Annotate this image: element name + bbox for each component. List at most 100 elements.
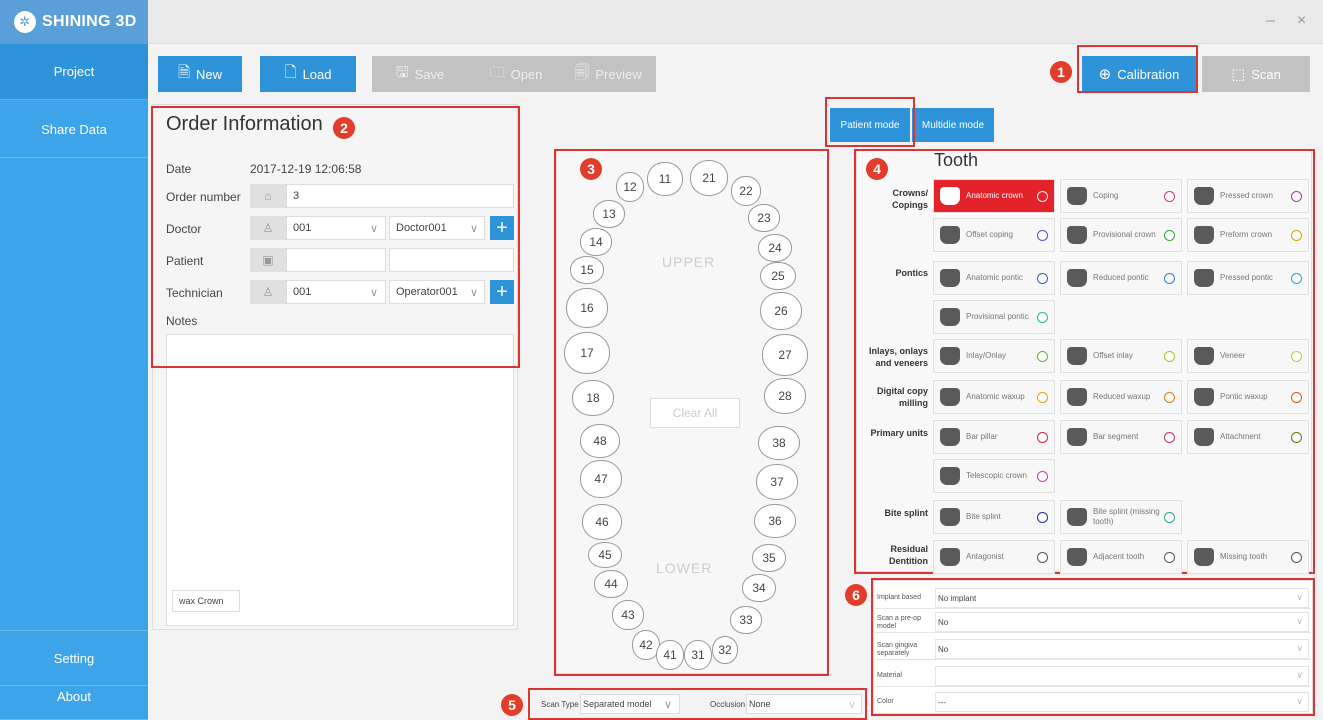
sidebar-item-project[interactable]: Project (0, 44, 148, 100)
tooth-11[interactable]: 11 (647, 162, 683, 196)
tooth-43[interactable]: 43 (612, 600, 644, 630)
gingiva-select[interactable]: No (935, 639, 1309, 659)
color-radio[interactable] (1291, 391, 1302, 403)
color-radio[interactable] (1164, 431, 1175, 443)
color-radio[interactable] (1164, 551, 1175, 563)
tooth-47[interactable]: 47 (580, 460, 622, 498)
tooth-13[interactable]: 13 (593, 200, 625, 228)
tooth-type-option[interactable]: Pressed pontic (1187, 261, 1309, 295)
color-radio[interactable] (1164, 229, 1175, 241)
wax-crown-tag[interactable]: wax Crown (172, 590, 240, 612)
new-button[interactable]: 🗎 New (158, 56, 242, 92)
tooth-type-option[interactable]: Reduced waxup (1060, 380, 1182, 414)
tooth-16[interactable]: 16 (566, 288, 608, 328)
tooth-type-option[interactable]: Bite splint (missing tooth) (1060, 500, 1182, 534)
add-technician-button[interactable]: + (490, 280, 514, 304)
add-doctor-button[interactable]: + (490, 216, 514, 240)
tooth-type-option[interactable]: Adjacent tooth (1060, 540, 1182, 574)
calibration-button[interactable]: ⊕ Calibration (1082, 56, 1196, 92)
color-radio[interactable] (1037, 229, 1048, 241)
tooth-26[interactable]: 26 (760, 292, 802, 330)
color-radio[interactable] (1037, 190, 1048, 202)
tooth-type-option[interactable]: Attachment (1187, 420, 1309, 454)
color-radio[interactable] (1164, 391, 1175, 403)
color-radio[interactable] (1037, 391, 1048, 403)
tooth-type-option[interactable]: Coping (1060, 179, 1182, 213)
tooth-type-option[interactable]: Bite splint (933, 500, 1055, 534)
tooth-type-option[interactable]: Anatomic pontic (933, 261, 1055, 295)
color-radio[interactable] (1291, 350, 1302, 362)
tooth-35[interactable]: 35 (752, 544, 786, 572)
order-number-field[interactable]: 3 (286, 184, 514, 208)
tooth-34[interactable]: 34 (742, 574, 776, 602)
tooth-type-option[interactable]: Preform crown (1187, 218, 1309, 252)
tooth-type-option[interactable]: Missing tooth (1187, 540, 1309, 574)
tooth-23[interactable]: 23 (748, 204, 780, 232)
save-button[interactable]: 🖫 Save (372, 56, 468, 92)
tab-multidie-mode[interactable]: Multidie mode (912, 108, 994, 142)
minimize-button[interactable]: – (1266, 12, 1275, 30)
implant-select[interactable]: No implant (935, 588, 1309, 608)
preop-select[interactable]: No (935, 612, 1309, 632)
tooth-type-option[interactable]: Pressed crown (1187, 179, 1309, 213)
tooth-12[interactable]: 12 (616, 172, 644, 202)
tooth-18[interactable]: 18 (572, 380, 614, 416)
tooth-37[interactable]: 37 (756, 464, 798, 500)
tooth-type-option[interactable]: Provisional crown (1060, 218, 1182, 252)
patient-field[interactable] (286, 248, 386, 272)
color-radio[interactable] (1291, 190, 1302, 202)
sidebar-item-about[interactable]: About (0, 674, 148, 720)
occlusion-select[interactable]: None (746, 694, 862, 714)
tooth-type-option[interactable]: Bar pillar (933, 420, 1055, 454)
preview-button[interactable]: 🗐 Preview (560, 56, 656, 92)
tooth-17[interactable]: 17 (564, 332, 610, 374)
tooth-type-option[interactable]: Offset coping (933, 218, 1055, 252)
color-radio[interactable] (1164, 272, 1175, 284)
tooth-type-option[interactable]: Pontic waxup (1187, 380, 1309, 414)
tooth-32[interactable]: 32 (712, 636, 738, 664)
tooth-type-option[interactable]: Telescopic crown (933, 459, 1055, 493)
tooth-22[interactable]: 22 (731, 176, 761, 206)
color-radio[interactable] (1291, 551, 1302, 563)
color-select[interactable]: --- (935, 692, 1309, 712)
tooth-14[interactable]: 14 (580, 228, 612, 256)
color-radio[interactable] (1037, 551, 1048, 563)
tooth-45[interactable]: 45 (588, 542, 622, 568)
tooth-33[interactable]: 33 (730, 606, 762, 634)
tab-patient-mode[interactable]: Patient mode (830, 108, 910, 142)
color-radio[interactable] (1037, 350, 1048, 362)
clear-all-button[interactable]: Clear All (650, 398, 740, 428)
color-radio[interactable] (1037, 431, 1048, 443)
tooth-36[interactable]: 36 (754, 504, 796, 538)
color-radio[interactable] (1291, 229, 1302, 241)
material-select[interactable] (935, 666, 1309, 686)
tooth-type-option[interactable]: Inlay/Onlay (933, 339, 1055, 373)
color-radio[interactable] (1164, 350, 1175, 362)
color-radio[interactable] (1164, 190, 1175, 202)
tooth-24[interactable]: 24 (758, 234, 792, 262)
tooth-38[interactable]: 38 (758, 426, 800, 460)
tooth-21[interactable]: 21 (690, 160, 728, 196)
tooth-25[interactable]: 25 (760, 262, 796, 290)
tooth-type-option[interactable]: Anatomic waxup (933, 380, 1055, 414)
tooth-type-option[interactable]: Provisional pontic (933, 300, 1055, 334)
patient-field-2[interactable] (389, 248, 514, 272)
tooth-44[interactable]: 44 (594, 570, 628, 598)
color-radio[interactable] (1291, 272, 1302, 284)
sidebar-item-share-data[interactable]: Share Data (0, 102, 148, 158)
color-radio[interactable] (1037, 272, 1048, 284)
tooth-46[interactable]: 46 (582, 504, 622, 540)
color-radio[interactable] (1037, 511, 1048, 523)
tooth-type-option[interactable]: Veneer (1187, 339, 1309, 373)
notes-textarea[interactable] (166, 334, 514, 626)
tooth-15[interactable]: 15 (570, 256, 604, 284)
tooth-41[interactable]: 41 (656, 640, 684, 670)
load-button[interactable]: 🗋 Load (260, 56, 356, 92)
tooth-48[interactable]: 48 (580, 424, 620, 458)
tooth-31[interactable]: 31 (684, 640, 712, 670)
color-radio[interactable] (1037, 311, 1048, 323)
tooth-type-option[interactable]: Antagonist (933, 540, 1055, 574)
close-button[interactable]: × (1297, 12, 1306, 30)
tooth-type-option[interactable]: Offset inlay (1060, 339, 1182, 373)
color-radio[interactable] (1164, 511, 1175, 523)
